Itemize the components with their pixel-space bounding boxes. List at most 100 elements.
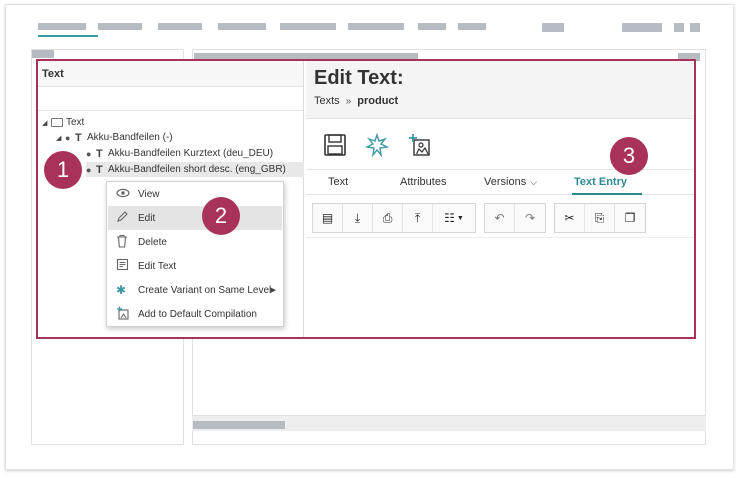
dropdown-caret-icon: ▼	[456, 214, 464, 222]
menu-item-view[interactable]: View	[108, 182, 282, 206]
menu-item-label: Edit	[138, 212, 156, 224]
edit-text-editor: Edit Text: Texts » product Text Attribut…	[306, 61, 694, 337]
nav-placeholder	[98, 23, 142, 30]
nav-placeholder	[418, 23, 446, 30]
text-tree-panel: Text ◢ Text ◢ ● T Akku-Bandfeilen (-) ● …	[38, 61, 304, 337]
tree-item-kurztext[interactable]: ● T Akku-Bandfeilen Kurztext (deu_DEU)	[86, 146, 273, 161]
screenshot-frame: Text ◢ Text ◢ ● T Akku-Bandfeilen (-) ● …	[5, 4, 734, 470]
tree-item-short-desc[interactable]: ● T Akku-Bandfeilen short desc. (eng_GBR…	[86, 162, 304, 177]
bg-placeholder	[32, 50, 54, 58]
tree-item-label: Akku-Bandfeilen (-)	[87, 132, 173, 143]
add-compilation-icon	[409, 134, 430, 156]
tab-text[interactable]: Text	[328, 176, 348, 188]
nav-placeholder	[218, 23, 266, 30]
folder-icon	[51, 118, 63, 127]
insert-list-dropdown[interactable]: ☷ ▼	[433, 204, 475, 232]
toolbar-group-history: ↶ ↷	[484, 203, 546, 233]
redo-button[interactable]: ↷	[515, 204, 545, 232]
menu-item-delete[interactable]: Delete	[108, 230, 282, 254]
menu-item-edit-text[interactable]: Edit Text	[108, 254, 282, 278]
menu-item-label: Delete	[138, 236, 167, 248]
expand-arrow-icon[interactable]: ◢	[42, 119, 51, 127]
expand-arrow-icon[interactable]: ◢	[56, 134, 65, 142]
copy-icon: ❐	[624, 211, 636, 225]
add-to-compilation-button[interactable]	[404, 131, 434, 159]
horizontal-scrollbar-thumb[interactable]	[193, 421, 285, 429]
callout-badge-2: 2	[202, 197, 240, 235]
nav-placeholder	[348, 23, 404, 30]
submenu-arrow-icon: ▶	[270, 287, 276, 294]
callout-badge-1: 1	[44, 151, 82, 189]
breadcrumb-separator: »	[345, 95, 352, 107]
tree-item-akku-bandfeilen[interactable]: ◢ ● T Akku-Bandfeilen (-)	[56, 130, 173, 145]
tree-item-label: Text	[66, 117, 85, 128]
callout-badge-3: 3	[610, 137, 648, 175]
nav-placeholder	[158, 23, 202, 30]
paste-button[interactable]: ⎘	[585, 204, 615, 232]
text-type-icon: T	[96, 163, 103, 176]
cut-button[interactable]: ✂	[555, 204, 585, 232]
add-compilation-icon	[108, 306, 138, 323]
chevron-down-icon: ⌵	[530, 177, 538, 187]
menu-item-label: Create Variant on Same Level	[138, 284, 272, 296]
tree-item-root[interactable]: ◢ Text	[42, 115, 84, 130]
menu-item-label: Edit Text	[138, 260, 177, 272]
toolbar-group-clipboard: ✂ ⎘ ❐	[554, 203, 646, 233]
menu-item-edit[interactable]: Edit	[108, 206, 282, 230]
editor-actions	[320, 131, 446, 159]
tree-item-label: Akku-Bandfeilen Kurztext (deu_DEU)	[108, 148, 274, 159]
menu-item-label: Add to Default Compilation	[138, 308, 257, 320]
magic-icon	[365, 133, 389, 157]
nav-placeholder	[690, 23, 700, 32]
tree-filter-area[interactable]	[38, 87, 303, 111]
upload-button[interactable]: ⤒	[403, 204, 433, 232]
text-type-icon: T	[75, 131, 82, 144]
bullet-icon: ●	[86, 164, 92, 175]
nav-active-underline	[38, 35, 98, 37]
pencil-icon	[108, 210, 138, 226]
save-button[interactable]	[320, 131, 350, 159]
active-tab-underline	[572, 193, 642, 195]
nav-placeholder	[458, 23, 486, 30]
nav-placeholder	[280, 23, 336, 30]
copy-button[interactable]: ❐	[615, 204, 645, 232]
insert-table-button[interactable]: ▤	[313, 204, 343, 232]
menu-item-create-variant[interactable]: ✱ Create Variant on Same Level ▶	[108, 278, 282, 302]
editor-toolbar: ▤ ⤓ ⎙ ⤒ ☷ ▼ ↶ ↷ ✂ ⎘ ❐	[312, 203, 654, 235]
menu-item-add-compilation[interactable]: Add to Default Compilation	[108, 302, 282, 326]
text-entry-area[interactable]	[306, 237, 694, 337]
print-button[interactable]: ⎙	[373, 204, 403, 232]
highlight-region: Text ◢ Text ◢ ● T Akku-Bandfeilen (-) ● …	[36, 59, 696, 339]
tab-versions-label: Versions	[484, 176, 527, 188]
tab-attributes[interactable]: Attributes	[400, 176, 446, 188]
nav-placeholder	[674, 23, 684, 32]
undo-icon: ↶	[494, 211, 505, 225]
tree-panel-header: Text	[38, 61, 303, 87]
page-title: Edit Text:	[314, 67, 404, 89]
editor-header: Edit Text: Texts » product	[306, 61, 694, 119]
download-icon: ⤓	[354, 210, 361, 225]
text-type-icon: T	[96, 147, 103, 160]
list-icon: ☷	[444, 211, 455, 225]
nav-placeholder	[622, 23, 662, 32]
breadcrumb: Texts » product	[314, 95, 686, 107]
tab-text-entry[interactable]: Text Entry	[574, 176, 627, 188]
tree-item-label: Akku-Bandfeilen short desc. (eng_GBR)	[108, 164, 286, 175]
paste-icon: ⎘	[594, 210, 605, 225]
tab-versions[interactable]: Versions ⌵	[484, 176, 537, 188]
breadcrumb-current: product	[357, 95, 399, 107]
download-button[interactable]: ⤓	[343, 204, 373, 232]
toolbar-group-insert: ▤ ⤓ ⎙ ⤒ ☷ ▼	[312, 203, 476, 233]
undo-button[interactable]: ↶	[485, 204, 515, 232]
breadcrumb-parent[interactable]: Texts	[314, 95, 340, 107]
edit-text-icon	[108, 258, 138, 274]
menu-item-label: View	[138, 188, 160, 200]
trash-icon	[108, 234, 138, 251]
bullet-icon: ●	[86, 148, 92, 159]
bullet-icon: ●	[65, 132, 71, 143]
context-menu: View Edit Delete Edit Text ✱ Create Vari…	[106, 181, 284, 327]
redo-icon: ↷	[524, 211, 536, 225]
magic-button[interactable]	[362, 131, 392, 159]
scissors-icon: ✂	[564, 211, 575, 225]
eye-icon	[108, 187, 138, 201]
